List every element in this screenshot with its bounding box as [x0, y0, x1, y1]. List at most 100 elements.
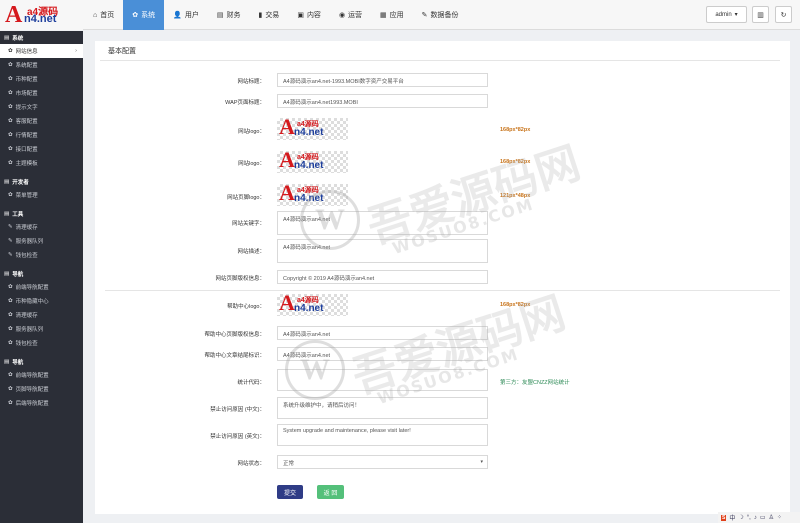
- status-label: 网站状态：: [237, 461, 265, 467]
- sidebar-item[interactable]: ✿ 前端导航配置: [0, 368, 83, 382]
- sidebar-item[interactable]: ✿ 服务器队列: [0, 322, 83, 336]
- nav-item-7[interactable]: ▦ 应用: [371, 0, 413, 30]
- help-copyright-input[interactable]: A4源码演示an4.net: [277, 326, 488, 340]
- sidebar-item[interactable]: ✿ 市场配置: [0, 86, 83, 100]
- gear-icon: ✿: [8, 48, 13, 54]
- wap-title-input[interactable]: A4源码演示an4.net1993.MOBI: [277, 94, 488, 108]
- chevron-down-icon: ▾: [480, 459, 483, 465]
- wrench-icon: ✎: [8, 252, 13, 258]
- stats-textarea[interactable]: [277, 369, 488, 391]
- mic-icon[interactable]: ♪: [754, 515, 757, 521]
- keywords-textarea[interactable]: A4源码演示an4.net: [277, 211, 488, 235]
- nav-item-6[interactable]: ◉ 运营: [330, 0, 371, 30]
- sidebar-section[interactable]: ▤ 工具: [0, 207, 83, 220]
- submit-button[interactable]: 提交: [277, 485, 303, 499]
- sidebar-item-label: 后端导航配置: [15, 401, 49, 407]
- sidebar-item[interactable]: ✿ 后端导航配置: [0, 396, 83, 410]
- content-icon: ▣: [297, 12, 304, 19]
- ime-icon[interactable]: S: [721, 514, 727, 521]
- sidebar-item[interactable]: ✿ 网站信息 ›: [0, 44, 83, 58]
- nav-item-3[interactable]: ▤ 财务: [208, 0, 250, 30]
- sidebar-item-label: 服务器队列: [15, 327, 44, 333]
- sidebar-item-label: 接口配置: [15, 147, 38, 153]
- sidebar-item[interactable]: ✎ 清理缓存: [0, 220, 83, 234]
- sidebar-item-label: 系统配置: [15, 63, 38, 69]
- closed-en-label: 禁止访问原因 (英文)：: [210, 434, 265, 440]
- sidebar-item[interactable]: ✿ 前端导航配置: [0, 280, 83, 294]
- footer-logo-label: 网站页脚logo：: [227, 195, 265, 201]
- site-title-input[interactable]: A4源码演示an4.net-1993.MOBI数字资产交易平台: [277, 73, 488, 87]
- site-logo-upload[interactable]: Aa4源码 n4.net: [277, 115, 348, 140]
- divider: [100, 60, 780, 61]
- refresh-icon: ↻: [780, 11, 787, 19]
- sidebar-item[interactable]: ✿ 币种配置: [0, 72, 83, 86]
- gear-icon: ✿: [8, 372, 13, 378]
- sidebar-section[interactable]: ▤ 开发者: [0, 175, 83, 188]
- sidebar-item[interactable]: ✿ 提示文字: [0, 100, 83, 114]
- chevron-down-icon: ▾: [734, 12, 738, 18]
- shirt-icon[interactable]: ♙: [769, 514, 774, 521]
- sidebar: ▤ 系统 ✿ 网站信息 › ✿ 系统配置 ✿ 币种配置 ✿ 市场配置 ✿ 提示文字 ✿ 客服配置 ✿ 行情配置 ✿…: [0, 31, 83, 523]
- sidebar-item[interactable]: ✿ 主题模板: [0, 156, 83, 170]
- description-textarea[interactable]: A4源码演示an4.net: [277, 239, 488, 263]
- sidebar-item-label: 服务器队列: [15, 239, 44, 245]
- gear-icon: ✿: [8, 104, 13, 110]
- sidebar-item[interactable]: ✿ 客服配置: [0, 114, 83, 128]
- trash-icon: ▥: [757, 11, 764, 19]
- nav-item-8[interactable]: ✎ 数据备份: [413, 0, 468, 30]
- sidebar-item[interactable]: ✿ 菜单管理: [0, 188, 83, 202]
- help-logo-hint: 168px*82px: [500, 302, 531, 308]
- nav-item-1[interactable]: ✿ 系统: [123, 0, 165, 30]
- site-logo[interactable]: A a4源码 n4.net: [0, 0, 83, 30]
- gear-icon: ✿: [8, 90, 13, 96]
- sidebar-item-label: 页脚导航配置: [15, 387, 49, 393]
- sidebar-item-label: 行情配置: [15, 133, 38, 139]
- nav-item-2[interactable]: 👤 用户: [164, 0, 208, 30]
- sidebar-section[interactable]: ▤ 系统: [0, 31, 83, 44]
- login-logo-upload[interactable]: Aa4源码 n4.net: [277, 148, 348, 173]
- section-title: 开发者: [12, 179, 29, 186]
- sidebar-section[interactable]: ▤ 导航: [0, 267, 83, 280]
- section-title: 系统: [12, 35, 24, 42]
- sidebar-item[interactable]: ✿ 页脚导航配置: [0, 382, 83, 396]
- chinese-input-icon[interactable]: 中: [729, 513, 735, 522]
- sidebar-section[interactable]: ▤ 导航: [0, 355, 83, 368]
- sidebar-item[interactable]: ✿ 清理缓存: [0, 308, 83, 322]
- sidebar-item-label: 客服配置: [15, 119, 38, 125]
- help-copyright-label: 帮助中心页脚版权信息：: [204, 332, 265, 338]
- keyboard-icon[interactable]: ▭: [760, 514, 766, 521]
- grid-icon[interactable]: ⁘: [777, 514, 782, 521]
- gear-icon: ✿: [8, 326, 13, 332]
- status-select[interactable]: 正常 ▾: [277, 455, 488, 469]
- nav-label: 内容: [306, 12, 321, 19]
- sidebar-item[interactable]: ✿ 系统配置: [0, 58, 83, 72]
- help-logo-label: 帮助中心logo：: [227, 304, 265, 310]
- sidebar-item[interactable]: ✿ 接口配置: [0, 142, 83, 156]
- sidebar-item[interactable]: ✎ 服务器队列: [0, 234, 83, 248]
- help-logo-upload[interactable]: Aa4源码 n4.net: [277, 291, 348, 316]
- site-logo-hint: 168px*82px: [500, 127, 531, 133]
- gear-icon: ✿: [8, 118, 13, 124]
- section-title: 导航: [12, 271, 24, 278]
- nav-item-4[interactable]: ▮ 交易: [249, 0, 288, 30]
- main-nav: ⌂ 首页 ✿ 系统 👤 用户 ▤ 财务 ▮ 交易 ▣ 内容 ◉ 运营 ▦ 应用 ✎ 数据备份: [84, 0, 468, 30]
- sidebar-item[interactable]: ✿ 钱包检查: [0, 336, 83, 350]
- footer-logo-upload[interactable]: Aa4源码 n4.net: [277, 181, 348, 206]
- sidebar-item[interactable]: ✎ 钱包检查: [0, 248, 83, 262]
- nav-item-5[interactable]: ▣ 内容: [288, 0, 330, 30]
- nav-item-0[interactable]: ⌂ 首页: [84, 0, 123, 30]
- chevron-right-icon: ›: [75, 48, 77, 54]
- help-tail-input[interactable]: A4源码演示an4.net: [277, 347, 488, 361]
- sidebar-item[interactable]: ✿ 币种隐藏中心: [0, 294, 83, 308]
- admin-dropdown[interactable]: admin ▾: [706, 6, 747, 23]
- copyright-input[interactable]: Copyright © 2019 A4源码演示an4.net: [277, 270, 488, 284]
- sidebar-item-label: 前端导航配置: [15, 285, 49, 291]
- back-button[interactable]: 返 回: [317, 485, 344, 499]
- home-icon: ⌂: [93, 11, 98, 19]
- site-logo-label: 网站logo：: [238, 129, 265, 135]
- sidebar-item[interactable]: ✿ 行情配置: [0, 128, 83, 142]
- refresh-button[interactable]: ↻: [775, 6, 792, 23]
- clear-cache-button[interactable]: ▥: [752, 6, 769, 23]
- closed-en-textarea[interactable]: System upgrade and maintenance, please v…: [277, 424, 488, 446]
- closed-cn-textarea[interactable]: 系统升级维护中，请稍后访问！: [277, 397, 488, 419]
